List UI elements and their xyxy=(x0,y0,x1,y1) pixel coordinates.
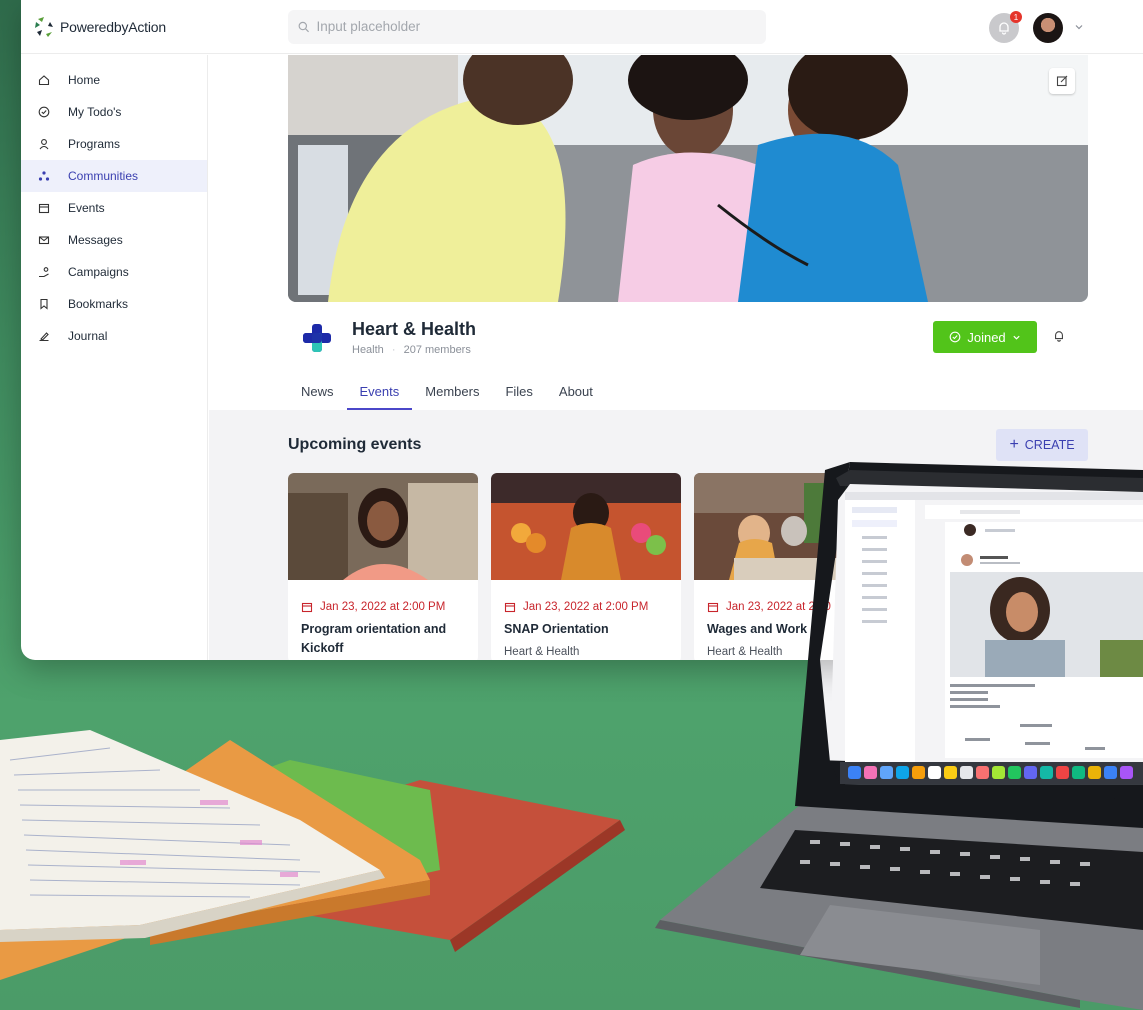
laptop-overlay xyxy=(795,462,1143,828)
